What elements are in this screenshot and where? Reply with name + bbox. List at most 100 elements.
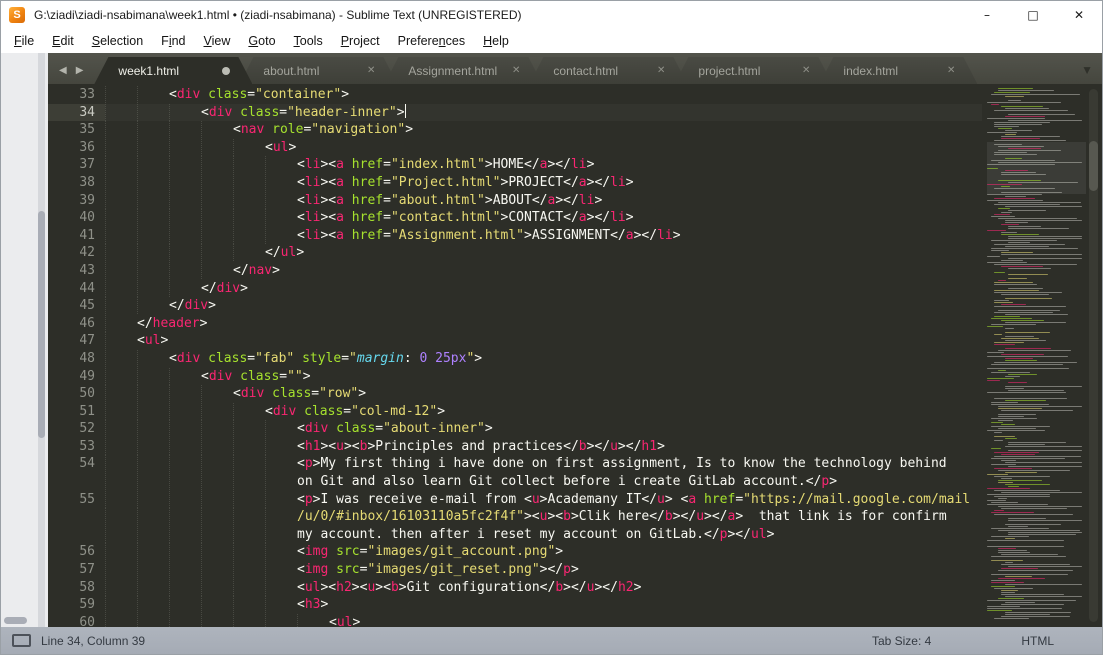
menu-preferences[interactable]: Preferences: [389, 34, 474, 48]
code-line-38[interactable]: 38 <li><a href="Project.html">PROJECT</a>…: [48, 173, 982, 192]
menu-help[interactable]: Help: [474, 34, 518, 48]
main-area: ◀ ▶ week1.html about.html ✕ Assignment.html…: [1, 53, 1102, 627]
code-line-39[interactable]: 39 <li><a href="about.html">ABOUT</a></li…: [48, 191, 982, 210]
code-line-43[interactable]: 43 </nav>: [48, 261, 982, 280]
tab-size-indicator[interactable]: Tab Size: 4: [858, 634, 945, 648]
code-line-42[interactable]: 42 </ul>: [48, 244, 982, 262]
side-panel-vertical-scrollbar-thumb[interactable]: [38, 211, 45, 438]
code-line-41[interactable]: 41 <li><a href="Assignment.html">ASSIGNME…: [48, 226, 982, 245]
menu-selection[interactable]: Selection: [83, 34, 152, 48]
indent-guide: [137, 508, 169, 526]
menu-file[interactable]: File: [5, 34, 43, 48]
line-number: 45: [79, 298, 95, 314]
close-tab-icon[interactable]: ✕: [651, 65, 665, 76]
tab-week1.html[interactable]: week1.html: [94, 57, 252, 84]
console-panel-icon[interactable]: [12, 634, 31, 647]
tab-Assignment.html[interactable]: Assignment.html ✕: [384, 57, 542, 84]
indent-guide: [233, 508, 265, 526]
tab-contact.html[interactable]: contact.html ✕: [529, 57, 687, 84]
line-number: 54: [79, 456, 95, 472]
code-line-56[interactable]: 56 <img src="images/git_account.png">: [48, 543, 982, 561]
line-number: 42: [79, 245, 95, 261]
code-line-34[interactable]: 34 <div class="header-inner">: [48, 103, 982, 122]
code-line-58[interactable]: 58 <ul><h2><u><b>Git configuration</b></u…: [48, 578, 982, 597]
code-line-wrap[interactable]: /u/0/#inbox/16103110a5fc2f4f"><u><b>Clik…: [48, 508, 982, 526]
side-panel: [1, 53, 48, 627]
tab-index.html[interactable]: index.html ✕: [819, 57, 977, 84]
indent-guide: [201, 402, 233, 420]
code-line-48[interactable]: 48 <div class="fab" style="margin: 0 25px…: [48, 349, 982, 368]
indent-guide: [105, 561, 137, 579]
code-line-36[interactable]: 36 <ul>: [48, 138, 982, 157]
code-line-46[interactable]: 46 </header>: [48, 314, 982, 333]
indent-guide: [137, 473, 169, 491]
code-line-33[interactable]: 33 <div class="container">: [48, 86, 982, 104]
minimize-icon[interactable]: –: [964, 1, 1010, 29]
code-line-59[interactable]: 59 <h3>: [48, 596, 982, 614]
code-line-51[interactable]: 51 <div class="col-md-12">: [48, 402, 982, 421]
editor-scrollbar-thumb[interactable]: [1089, 141, 1098, 191]
side-panel-horizontal-scrollbar-thumb[interactable]: [4, 617, 27, 624]
tab-overflow-icon[interactable]: ▼: [1081, 64, 1093, 76]
maximize-icon[interactable]: □: [1010, 1, 1056, 29]
menu-view[interactable]: View: [195, 34, 240, 48]
code-line-wrap[interactable]: my account. then after i reset my accoun…: [48, 525, 982, 544]
code-line-55[interactable]: 55 <p>I was receive e-mail from <u>Academ…: [48, 490, 982, 509]
indent-guide: [169, 561, 201, 579]
code-line-52[interactable]: 52 <div class="about-inner">: [48, 420, 982, 438]
indent-guide: [137, 138, 169, 156]
syntax-indicator[interactable]: HTML: [1007, 634, 1068, 648]
close-tab-icon[interactable]: ✕: [941, 65, 955, 76]
menu-edit[interactable]: Edit: [43, 34, 83, 48]
tab-label: contact.html: [553, 63, 619, 78]
code-line-37[interactable]: 37 <li><a href="index.html">HOME</a></li>: [48, 156, 982, 174]
line-number: 59: [79, 597, 95, 613]
code-line-60[interactable]: 60 <ul>: [48, 613, 982, 627]
menu-tools[interactable]: Tools: [285, 34, 332, 48]
tab-bar: ◀ ▶ week1.html about.html ✕ Assignment.html…: [48, 53, 1102, 84]
close-tab-icon[interactable]: ✕: [796, 65, 810, 76]
line-number: 33: [79, 87, 95, 102]
code-line-50[interactable]: 50 <div class="row">: [48, 385, 982, 403]
indent-guide: [201, 437, 233, 455]
indent-guide: [105, 297, 137, 315]
menu-find[interactable]: Find: [152, 34, 194, 48]
menu-project[interactable]: Project: [332, 34, 389, 48]
indent-guide: [201, 138, 233, 156]
tab-label: project.html: [698, 63, 761, 78]
close-icon[interactable]: ✕: [1056, 1, 1102, 29]
code-line-35[interactable]: 35 <nav role="navigation">: [48, 121, 982, 139]
sublime-logo-icon: S: [9, 7, 25, 23]
editor-scrollbar[interactable]: [1089, 89, 1098, 622]
indent-guide: [265, 490, 297, 508]
line-number: 43: [79, 262, 95, 278]
indent-guide: [137, 578, 169, 596]
code-line-44[interactable]: 44 </div>: [48, 279, 982, 298]
line-content: </ul>: [105, 244, 304, 262]
code-line-53[interactable]: 53 <h1><u><b>Principles and practices</b>…: [48, 437, 982, 456]
indent-guide: [169, 138, 201, 156]
code-line-45[interactable]: 45 </div>: [48, 297, 982, 315]
code-line-40[interactable]: 40 <li><a href="contact.html">CONTACT</a>…: [48, 209, 982, 227]
minimap[interactable]: [987, 88, 1086, 627]
indent-guide: [169, 385, 201, 403]
sublime-text-window: S G:\ziadi\ziadi-nsabimana\week1.html • …: [0, 0, 1103, 655]
indent-guide: [297, 613, 329, 627]
code-line-57[interactable]: 57 <img src="images/git_reset.png"></p>: [48, 561, 982, 579]
line-content: </header>: [105, 314, 207, 333]
code-line-wrap[interactable]: on Git and also learn Git collect before…: [48, 473, 982, 491]
line-content: <div class="about-inner">: [105, 420, 493, 438]
close-tab-icon[interactable]: ✕: [506, 65, 520, 76]
code-editor[interactable]: 33 <div class="container"> 34 <div class="h…: [48, 84, 1102, 627]
back-arrow-icon[interactable]: ◀: [59, 65, 67, 76]
indent-guide: [233, 455, 265, 473]
code-line-47[interactable]: 47 <ul>: [48, 332, 982, 350]
tab-about.html[interactable]: about.html ✕: [239, 57, 397, 84]
tab-project.html[interactable]: project.html ✕: [674, 57, 832, 84]
indent-guide: [105, 86, 137, 103]
close-tab-icon[interactable]: ✕: [361, 65, 375, 76]
forward-arrow-icon[interactable]: ▶: [76, 65, 84, 76]
code-line-54[interactable]: 54 <p>My first thing i have done on first…: [48, 455, 982, 473]
menu-goto[interactable]: Goto: [239, 34, 284, 48]
code-line-49[interactable]: 49 <div class="">: [48, 367, 982, 386]
